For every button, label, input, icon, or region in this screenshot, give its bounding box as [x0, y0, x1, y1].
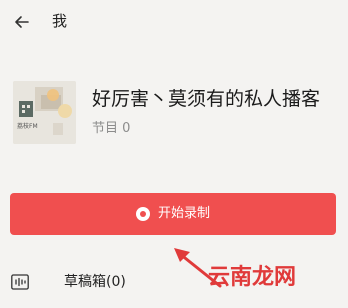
- podcast-name: 好厉害丶莫须有的私人播客: [92, 88, 321, 110]
- page-title: 我: [52, 12, 68, 30]
- podcast-cover[interactable]: 荔枝FM: [13, 81, 76, 144]
- arrow-left-icon: [15, 16, 29, 28]
- drafts-label: 草稿箱(0): [64, 274, 126, 290]
- watermark: 云南龙网: [208, 265, 297, 290]
- back-button[interactable]: [10, 10, 34, 34]
- audio-wave-icon: [11, 274, 29, 290]
- cover-text: 荔枝FM: [17, 123, 38, 130]
- start-recording-label: 开始录制: [157, 206, 210, 221]
- start-recording-button[interactable]: 开始录制: [10, 193, 336, 235]
- episode-count: 节目 0: [92, 121, 131, 136]
- header: 我: [0, 0, 348, 44]
- record-icon: [135, 207, 150, 221]
- me-page: 我 荔枝FM 好厉害丶莫须有的私人播客 节目 0 开始录制 草稿箱(0) 云南龙…: [0, 0, 348, 308]
- cover-art: [13, 81, 76, 144]
